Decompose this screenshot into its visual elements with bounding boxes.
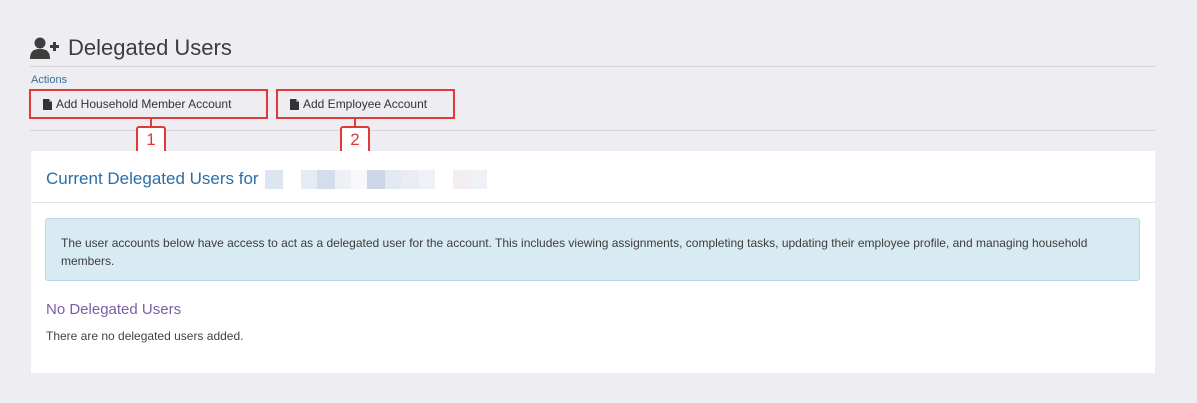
empty-state-title: No Delegated Users: [46, 301, 182, 318]
delegated-users-panel: Current Delegated Users for The user acc…: [31, 151, 1155, 373]
page-title-text: Delegated Users: [68, 35, 232, 60]
actions-divider: [30, 130, 1155, 131]
user-plus-icon: [30, 37, 59, 59]
actions-label: Actions: [31, 74, 68, 86]
file-icon: [43, 98, 52, 110]
callout-badge-1: 1: [136, 126, 166, 154]
panel-title: Current Delegated Users for: [46, 169, 487, 189]
info-alert: The user accounts below have access to a…: [45, 218, 1140, 281]
add-household-member-account-label: Add Household Member Account: [56, 97, 232, 111]
add-household-member-account-button[interactable]: Add Household Member Account: [29, 89, 268, 119]
add-employee-account-button[interactable]: Add Employee Account: [276, 89, 455, 119]
add-employee-account-label: Add Employee Account: [303, 97, 428, 111]
callout-badge-2: 2: [340, 126, 370, 154]
empty-state-text: There are no delegated users added.: [46, 329, 244, 343]
redacted-account-name: [264, 169, 487, 189]
page-title: Delegated Users: [30, 34, 232, 62]
panel-title-text: Current Delegated Users for: [46, 169, 259, 188]
panel-heading: Current Delegated Users for: [31, 151, 1155, 203]
file-icon: [290, 98, 299, 110]
page-header: Delegated Users: [30, 34, 1155, 67]
